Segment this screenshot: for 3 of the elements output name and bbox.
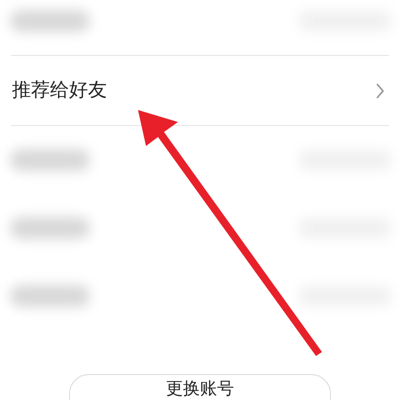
switch-account-button[interactable]: 更换账号 <box>69 374 331 400</box>
chevron-right-icon <box>375 82 385 98</box>
menu-label: 推荐给好友 <box>11 78 107 104</box>
